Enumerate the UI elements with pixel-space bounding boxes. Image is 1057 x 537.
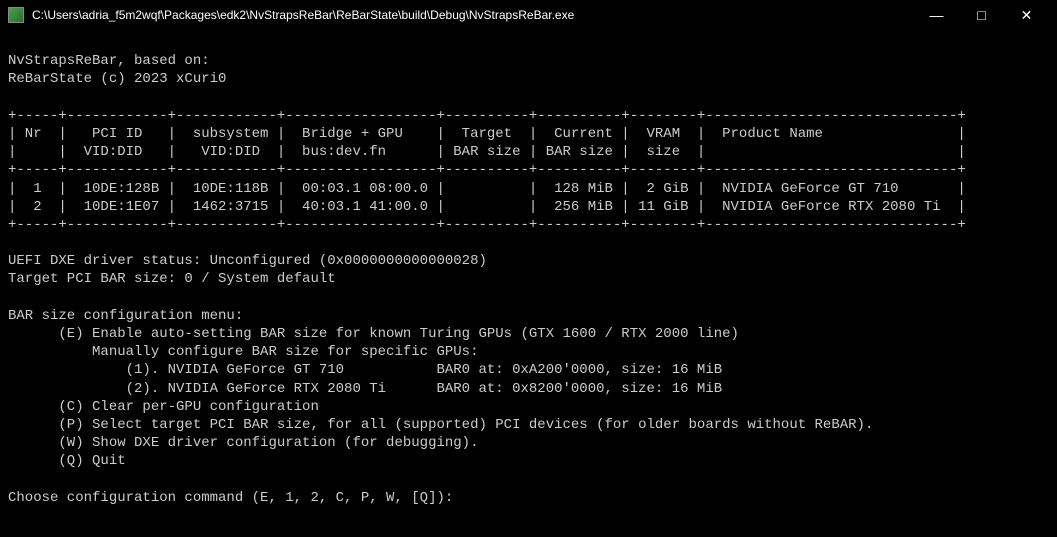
table-data-row-2: | 2 | 10DE:1E07 | 1462:3715 | 40:03.1 41… xyxy=(8,199,966,215)
close-button[interactable]: ✕ xyxy=(1004,0,1049,30)
minimize-button[interactable]: — xyxy=(914,0,959,30)
menu-option-q: (Q) Quit xyxy=(8,453,126,469)
menu-option-e: (E) Enable auto-setting BAR size for kno… xyxy=(8,326,739,342)
menu-manual-header: Manually configure BAR size for specific… xyxy=(8,344,478,360)
status-line-1: UEFI DXE driver status: Unconfigured (0x… xyxy=(8,253,487,269)
terminal-output: NvStrapsReBar, based on: ReBarState (c) … xyxy=(0,30,1057,511)
maximize-button[interactable]: □ xyxy=(959,0,1004,30)
table-data-row-1: | 1 | 10DE:128B | 10DE:118B | 00:03.1 08… xyxy=(8,181,966,197)
status-line-2: Target PCI BAR size: 0 / System default xyxy=(8,271,336,287)
prompt-text[interactable]: Choose configuration command (E, 1, 2, C… xyxy=(8,490,453,506)
menu-option-c: (C) Clear per-GPU configuration xyxy=(8,399,319,415)
window-controls: — □ ✕ xyxy=(914,0,1049,30)
menu-option-1: (1). NVIDIA GeForce GT 710 BAR0 at: 0xA2… xyxy=(8,362,722,378)
header-line-1: NvStrapsReBar, based on: xyxy=(8,53,210,69)
window-title-bar: C:\Users\adria_f5m2wqf\Packages\edk2\NvS… xyxy=(0,0,1057,30)
table-header-row-2: | | VID:DID | VID:DID | bus:dev.fn | BAR… xyxy=(8,144,966,160)
menu-option-w: (W) Show DXE driver configuration (for d… xyxy=(8,435,478,451)
app-icon xyxy=(8,7,24,23)
table-border-bottom: +-----+------------+------------+-------… xyxy=(8,217,966,233)
table-border-mid: +-----+------------+------------+-------… xyxy=(8,162,966,178)
window-title: C:\Users\adria_f5m2wqf\Packages\edk2\NvS… xyxy=(32,8,574,22)
table-border-top: +-----+------------+------------+-------… xyxy=(8,108,966,124)
menu-option-p: (P) Select target PCI BAR size, for all … xyxy=(8,417,873,433)
menu-title: BAR size configuration menu: xyxy=(8,308,243,324)
header-line-2: ReBarState (c) 2023 xCuri0 xyxy=(8,71,226,87)
menu-option-2: (2). NVIDIA GeForce RTX 2080 Ti BAR0 at:… xyxy=(8,381,722,397)
title-bar-left: C:\Users\adria_f5m2wqf\Packages\edk2\NvS… xyxy=(8,7,574,23)
table-header-row-1: | Nr | PCI ID | subsystem | Bridge + GPU… xyxy=(8,126,966,142)
